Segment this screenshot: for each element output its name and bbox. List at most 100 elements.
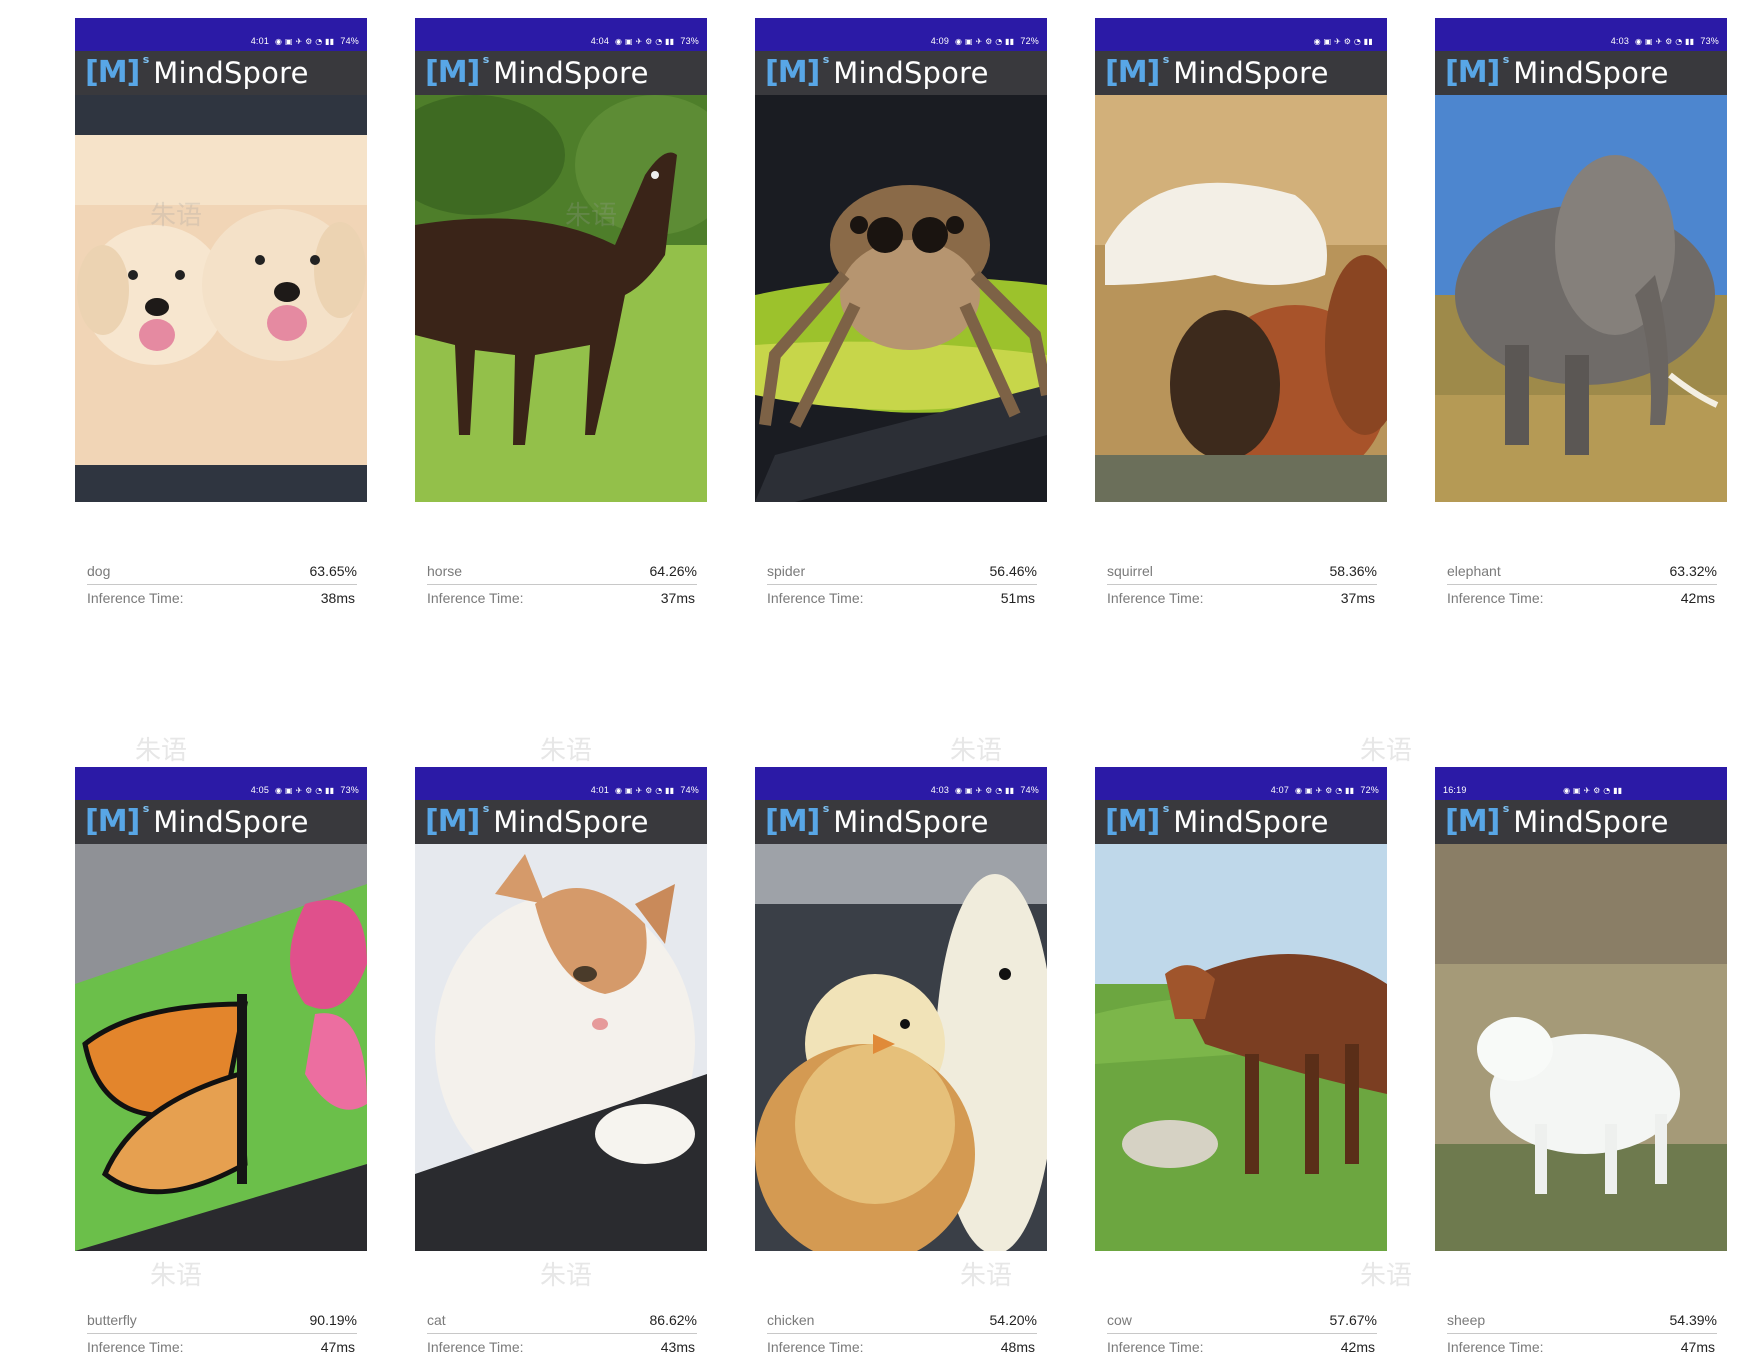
inference-row: Inference Time: 42ms: [1107, 1334, 1377, 1360]
phone-screen: 4:01 ◉ ▣ ✈ ⚙ ◔ ▮▮ 74% [M] s MindSpore: [75, 18, 367, 502]
status-time: 4:05: [250, 785, 270, 795]
mindspore-logo: [M] s: [425, 802, 489, 839]
inference-time-label: Inference Time:: [767, 590, 864, 606]
camera-preview: [75, 844, 367, 1251]
inference-row: Inference Time: 38ms: [87, 585, 357, 611]
app-bar: [M] s MindSpore: [75, 800, 367, 844]
watermark: 朱语: [150, 1261, 203, 1291]
mindspore-logo: [M] s: [765, 802, 829, 839]
status-bar: 4:05 ◉ ▣ ✈ ⚙ ◔ ▮▮ 73%: [75, 767, 367, 800]
camera-preview: [1435, 844, 1727, 1251]
app-title: MindSpore: [493, 56, 649, 90]
inference-row: Inference Time: 37ms: [427, 585, 697, 611]
status-icons: ◉ ▣ ✈ ⚙ ◔ ▮▮: [275, 786, 335, 795]
status-bar: ◉ ▣ ✈ ⚙ ◔ ▮▮: [1095, 18, 1387, 51]
phone-screenshot-elephant: 4:03 ◉ ▣ ✈ ⚙ ◔ ▮▮ 73% [M] s MindSpore ele…: [1435, 18, 1727, 611]
status-bar: 4:01 ◉ ▣ ✈ ⚙ ◔ ▮▮ 74%: [415, 767, 707, 800]
app-bar: [M] s MindSpore: [755, 51, 1047, 95]
app-title: MindSpore: [833, 56, 989, 90]
status-icons: ◉ ▣ ✈ ⚙ ◔ ▮▮: [955, 786, 1015, 795]
camera-preview: [75, 95, 367, 502]
result-confidence: 56.46%: [989, 563, 1037, 579]
inference-time-value: 38ms: [320, 590, 355, 606]
watermark: 朱语: [950, 736, 1003, 766]
classification-results: sheep 54.39% Inference Time: 47ms: [1435, 1307, 1727, 1360]
result-label: elephant: [1447, 563, 1501, 579]
result-label: cow: [1107, 1312, 1132, 1328]
inference-row: Inference Time: 43ms: [427, 1334, 697, 1360]
battery-level: 72%: [1360, 785, 1379, 795]
mindspore-logo: [M] s: [85, 53, 149, 90]
camera-preview: [755, 95, 1047, 502]
inference-time-value: 47ms: [320, 1339, 355, 1355]
status-icons: ◉ ▣ ✈ ⚙ ◔ ▮▮: [615, 37, 675, 46]
status-bar: 4:09 ◉ ▣ ✈ ⚙ ◔ ▮▮ 72%: [755, 18, 1047, 51]
app-title: MindSpore: [153, 805, 309, 839]
phone-screenshot-squirrel: ◉ ▣ ✈ ⚙ ◔ ▮▮ [M] s MindSpore squirrel 58.…: [1095, 18, 1387, 611]
phone-screen: 16:19 ◉ ▣ ✈ ⚙ ◔ ▮▮ [M] s MindSpore: [1435, 767, 1727, 1251]
watermark: 朱语: [540, 736, 593, 766]
phone-screen: 4:07 ◉ ▣ ✈ ⚙ ◔ ▮▮ 72% [M] s MindSpore: [1095, 767, 1387, 1251]
inference-time-label: Inference Time:: [427, 590, 524, 606]
mindspore-logo: [M] s: [425, 53, 489, 90]
app-title: MindSpore: [153, 56, 309, 90]
camera-preview: [1095, 95, 1387, 502]
status-icons: ◉ ▣ ✈ ⚙ ◔ ▮▮: [1563, 786, 1623, 795]
app-bar: [M] s MindSpore: [1435, 800, 1727, 844]
result-label: cat: [427, 1312, 446, 1328]
result-label: horse: [427, 563, 463, 579]
phone-screen: ◉ ▣ ✈ ⚙ ◔ ▮▮ [M] s MindSpore: [1095, 18, 1387, 502]
result-confidence: 86.62%: [649, 1312, 697, 1328]
classification-results: elephant 63.32% Inference Time: 42ms: [1435, 558, 1727, 611]
result-row: elephant 63.32%: [1447, 558, 1717, 585]
app-title: MindSpore: [493, 805, 649, 839]
mindspore-logo: [M] s: [1105, 53, 1169, 90]
app-bar: [M] s MindSpore: [1095, 800, 1387, 844]
battery-level: 74%: [680, 785, 699, 795]
status-icons: ◉ ▣ ✈ ⚙ ◔ ▮▮: [275, 37, 335, 46]
status-time: 4:01: [590, 785, 610, 795]
watermark: 朱语: [150, 201, 203, 231]
result-row: squirrel 58.36%: [1107, 558, 1377, 585]
phone-screenshot-dog: 4:01 ◉ ▣ ✈ ⚙ ◔ ▮▮ 74% [M] s MindSpore dog: [75, 18, 367, 611]
result-label: butterfly: [87, 1312, 137, 1328]
result-label: sheep: [1447, 1312, 1486, 1328]
phone-screen: 4:09 ◉ ▣ ✈ ⚙ ◔ ▮▮ 72% [M] s MindSpore: [755, 18, 1047, 502]
inference-row: Inference Time: 51ms: [767, 585, 1037, 611]
inference-time-label: Inference Time:: [767, 1339, 864, 1355]
classification-results: cat 86.62% Inference Time: 43ms: [415, 1307, 707, 1360]
result-label: chicken: [767, 1312, 815, 1328]
inference-time-value: 43ms: [660, 1339, 695, 1355]
mindspore-logo: [M] s: [85, 802, 149, 839]
inference-time-label: Inference Time:: [87, 590, 184, 606]
status-icons: ◉ ▣ ✈ ⚙ ◔ ▮▮: [1635, 37, 1695, 46]
camera-preview: [1435, 95, 1727, 502]
watermark: 朱语: [960, 1261, 1013, 1291]
result-label: squirrel: [1107, 563, 1153, 579]
camera-preview: [755, 844, 1047, 1251]
app-bar: [M] s MindSpore: [415, 51, 707, 95]
result-row: chicken 54.20%: [767, 1307, 1037, 1334]
app-bar: [M] s MindSpore: [1095, 51, 1387, 95]
result-confidence: 57.67%: [1329, 1312, 1377, 1328]
status-bar: 4:04 ◉ ▣ ✈ ⚙ ◔ ▮▮ 73%: [415, 18, 707, 51]
inference-time-label: Inference Time:: [427, 1339, 524, 1355]
inference-row: Inference Time: 47ms: [87, 1334, 357, 1360]
inference-row: Inference Time: 42ms: [1447, 585, 1717, 611]
result-confidence: 54.39%: [1669, 1312, 1717, 1328]
phone-screenshot-butterfly: 4:05 ◉ ▣ ✈ ⚙ ◔ ▮▮ 73% [M] s MindSpore but…: [75, 767, 367, 1360]
phone-screenshot-cow: 4:07 ◉ ▣ ✈ ⚙ ◔ ▮▮ 72% [M] s MindSpore cow…: [1095, 767, 1387, 1360]
app-title: MindSpore: [1173, 805, 1329, 839]
result-confidence: 63.65%: [309, 563, 357, 579]
app-bar: [M] s MindSpore: [755, 800, 1047, 844]
battery-level: 74%: [1020, 785, 1039, 795]
inference-time-value: 37ms: [660, 590, 695, 606]
app-title: MindSpore: [833, 805, 989, 839]
app-title: MindSpore: [1173, 56, 1329, 90]
inference-time-value: 37ms: [1340, 590, 1375, 606]
status-time: 4:01: [250, 36, 270, 46]
result-confidence: 63.32%: [1669, 563, 1717, 579]
result-row: butterfly 90.19%: [87, 1307, 357, 1334]
inference-time-label: Inference Time:: [1107, 1339, 1204, 1355]
camera-preview: [415, 844, 707, 1251]
